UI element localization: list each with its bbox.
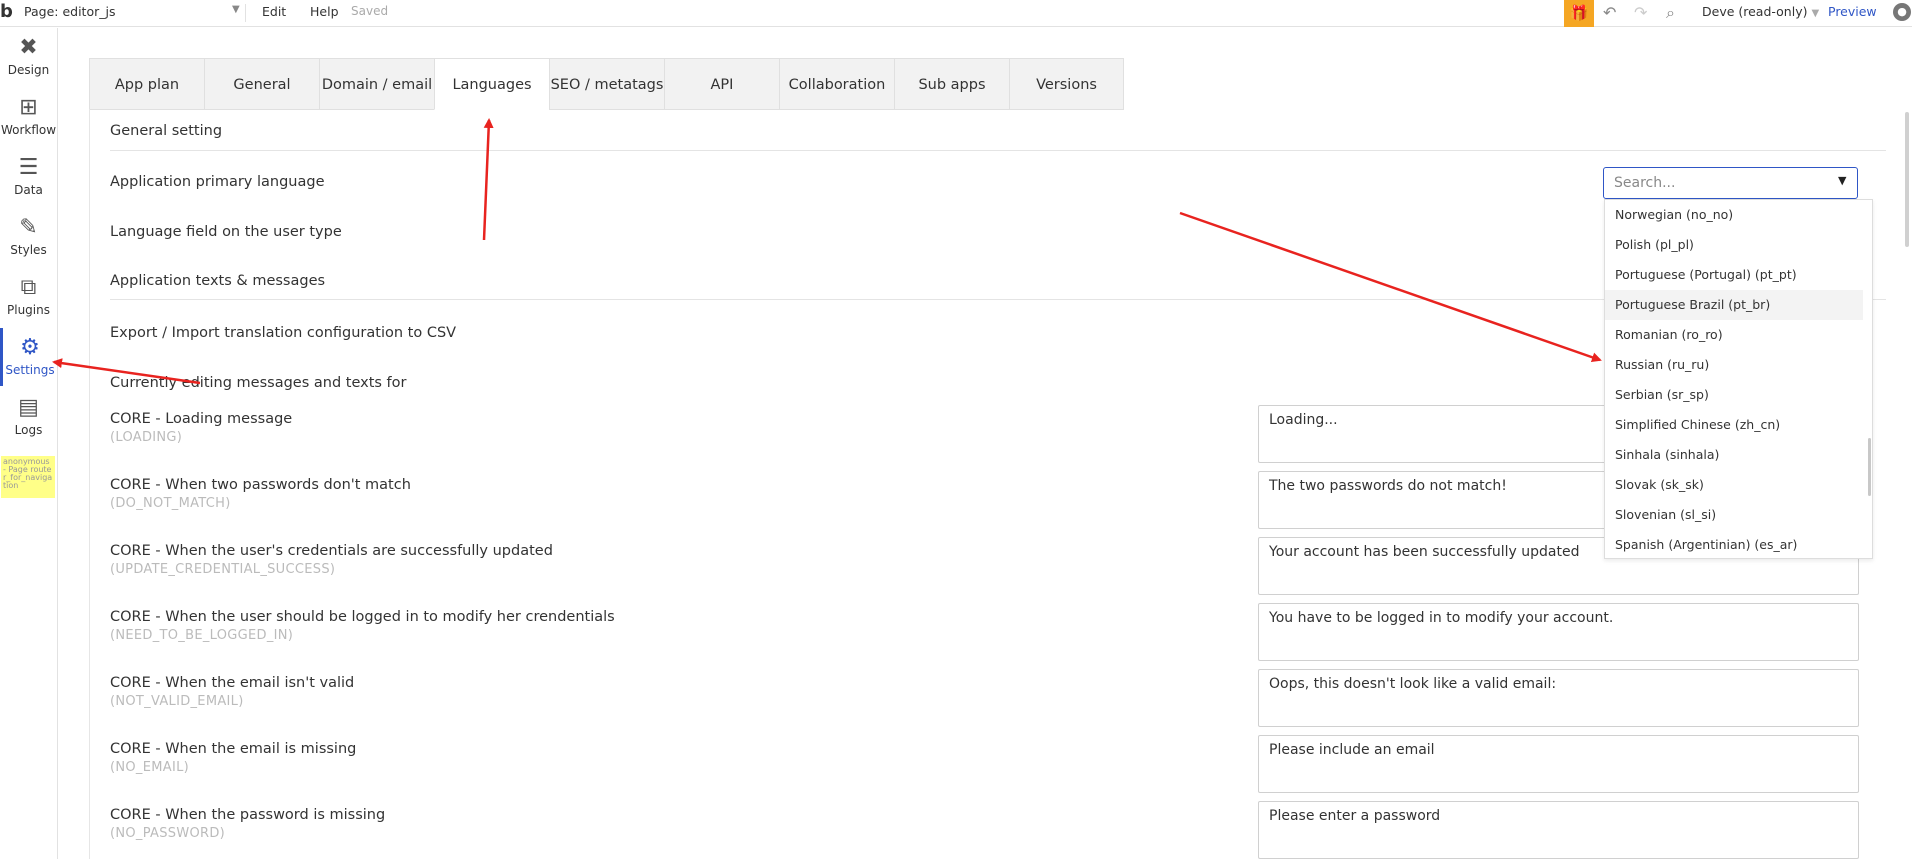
section-divider bbox=[110, 150, 1886, 151]
sidebar-item-workflow[interactable]: ⊞ Workflow bbox=[0, 88, 57, 146]
dropdown-scrollbar[interactable] bbox=[1868, 438, 1871, 496]
message-key: (UPDATE_CREDENTIAL_SUCCESS) bbox=[110, 562, 336, 577]
sidebar-item-label: Logs bbox=[14, 423, 43, 437]
page-selector[interactable]: Page: editor_js ▼ bbox=[24, 4, 246, 22]
message-text-not-valid-email[interactable]: Oops, this doesn't look like a valid ema… bbox=[1258, 669, 1859, 727]
language-field-label: Language field on the user type bbox=[110, 224, 342, 240]
language-option[interactable]: Portuguese (Portugal) (pt_pt) bbox=[1605, 260, 1863, 290]
sidebar-item-plugins[interactable]: ⧉ Plugins bbox=[0, 268, 57, 326]
section-title-general: General setting bbox=[110, 123, 223, 139]
chevron-down-icon: ▼ bbox=[1811, 8, 1820, 19]
message-label: CORE - Loading message bbox=[110, 411, 293, 427]
tab-seo-metatags[interactable]: SEO / metatags bbox=[549, 58, 664, 110]
page-note: anonymous - Page router_for_navigation bbox=[1, 456, 55, 498]
message-text-no-password[interactable]: Please enter a password bbox=[1258, 801, 1859, 859]
sidebar-item-label: Design bbox=[7, 63, 50, 77]
language-option[interactable]: Simplified Chinese (zh_cn) bbox=[1605, 410, 1863, 440]
message-key: (NO_EMAIL) bbox=[110, 760, 190, 775]
tab-api[interactable]: API bbox=[664, 58, 779, 110]
save-status: Saved bbox=[351, 4, 389, 18]
language-option[interactable]: Norwegian (no_no) bbox=[1605, 200, 1863, 230]
top-bar: b Page: editor_js ▼ Edit Help Saved 🎁 ↶ … bbox=[0, 0, 1912, 27]
language-option[interactable]: Portuguese Brazil (pt_br) bbox=[1605, 290, 1863, 320]
language-option[interactable]: Spanish (Argentinian) (es_ar) bbox=[1605, 530, 1863, 560]
tab-versions[interactable]: Versions bbox=[1009, 58, 1124, 110]
workflow-icon: ⊞ bbox=[19, 95, 38, 120]
language-search-input[interactable] bbox=[1612, 174, 1812, 192]
language-option[interactable]: Slovenian (sl_si) bbox=[1605, 500, 1863, 530]
message-key: (NEED_TO_BE_LOGGED_IN) bbox=[110, 628, 294, 643]
export-import-label: Export / Import translation configuratio… bbox=[110, 325, 457, 341]
user-menu[interactable]: Deve (read-only) ▼ bbox=[1702, 4, 1819, 19]
language-option[interactable]: Sinhala (sinhala) bbox=[1605, 440, 1863, 470]
sidebar-item-data[interactable]: ☰ Data bbox=[0, 148, 57, 206]
language-option[interactable]: Russian (ru_ru) bbox=[1605, 350, 1863, 380]
primary-language-label: Application primary language bbox=[110, 174, 325, 190]
message-text-need-login[interactable]: You have to be logged in to modify your … bbox=[1258, 603, 1859, 661]
help-menu[interactable]: Help bbox=[310, 4, 339, 19]
sidebar-item-logs[interactable]: ▤ Logs bbox=[0, 388, 57, 446]
language-options-list[interactable]: Norwegian (no_no) Polish (pl_pl) Portugu… bbox=[1604, 199, 1873, 559]
page-selector-label: Page: editor_js bbox=[24, 4, 116, 19]
gift-icon: 🎁 bbox=[1569, 4, 1589, 22]
message-key: (NOT_VALID_EMAIL) bbox=[110, 694, 244, 709]
sidebar-item-label: Settings bbox=[5, 363, 55, 377]
brush-icon: ✎ bbox=[19, 215, 38, 240]
document-icon: ▤ bbox=[18, 395, 39, 420]
message-label: CORE - When the password is missing bbox=[110, 807, 386, 823]
message-label: CORE - When the user should be logged in… bbox=[110, 609, 615, 625]
account-icon[interactable]: ● bbox=[1893, 3, 1911, 21]
message-label: CORE - When the email is missing bbox=[110, 741, 357, 757]
message-key: (NO_PASSWORD) bbox=[110, 826, 226, 841]
sidebar-item-styles[interactable]: ✎ Styles bbox=[0, 208, 57, 266]
search-icon[interactable]: ⌕ bbox=[1666, 3, 1675, 23]
left-sidebar: ✖ Design ⊞ Workflow ☰ Data ✎ Styles ⧉ Pl… bbox=[0, 28, 58, 859]
page-scrollbar[interactable] bbox=[1905, 112, 1909, 247]
tab-app-plan[interactable]: App plan bbox=[89, 58, 204, 110]
undo-icon[interactable]: ↶ bbox=[1603, 3, 1616, 22]
tab-general[interactable]: General bbox=[204, 58, 319, 110]
message-label: CORE - When the user's credentials are s… bbox=[110, 543, 553, 559]
sidebar-item-design[interactable]: ✖ Design bbox=[0, 28, 57, 86]
language-search-dropdown[interactable]: ▼ bbox=[1603, 167, 1858, 199]
sidebar-item-label: Styles bbox=[10, 243, 47, 257]
tab-sub-apps[interactable]: Sub apps bbox=[894, 58, 1009, 110]
gear-icon: ⚙ bbox=[20, 335, 40, 360]
preview-link[interactable]: Preview bbox=[1828, 4, 1877, 19]
sidebar-item-settings[interactable]: ⚙ Settings bbox=[0, 328, 57, 386]
sidebar-item-label: Workflow bbox=[0, 123, 57, 137]
message-label: CORE - When the email isn't valid bbox=[110, 675, 355, 691]
caret-down-icon[interactable]: ▼ bbox=[1838, 174, 1846, 187]
design-icon: ✖ bbox=[19, 35, 38, 60]
message-key: (DO_NOT_MATCH) bbox=[110, 496, 231, 511]
gift-button[interactable]: 🎁 bbox=[1564, 0, 1594, 27]
database-icon: ☰ bbox=[18, 155, 39, 180]
language-option[interactable]: Slovak (sk_sk) bbox=[1605, 470, 1863, 500]
message-key: (LOADING) bbox=[110, 430, 183, 445]
edit-menu[interactable]: Edit bbox=[262, 4, 286, 19]
section-title-texts: Application texts & messages bbox=[110, 273, 326, 289]
tab-collaboration[interactable]: Collaboration bbox=[779, 58, 894, 110]
tab-domain-email[interactable]: Domain / email bbox=[319, 58, 434, 110]
language-option[interactable]: Polish (pl_pl) bbox=[1605, 230, 1863, 260]
message-text-no-email[interactable]: Please include an email bbox=[1258, 735, 1859, 793]
language-option[interactable]: Romanian (ro_ro) bbox=[1605, 320, 1863, 350]
redo-icon[interactable]: ↷ bbox=[1634, 3, 1647, 22]
language-option[interactable]: Serbian (sr_sp) bbox=[1605, 380, 1863, 410]
editing-language-label: Currently editing messages and texts for bbox=[110, 375, 407, 391]
sidebar-item-label: Plugins bbox=[7, 303, 50, 317]
bubble-logo: b bbox=[0, 1, 13, 22]
user-name: Deve (read-only) bbox=[1702, 4, 1808, 19]
plugin-icon: ⧉ bbox=[20, 275, 37, 300]
chevron-down-icon: ▼ bbox=[232, 4, 240, 15]
tab-languages[interactable]: Languages bbox=[434, 58, 549, 110]
settings-tabs: App plan General Domain / email Language… bbox=[89, 58, 1125, 110]
message-label: CORE - When two passwords don't match bbox=[110, 477, 411, 493]
sidebar-item-label: Data bbox=[14, 183, 43, 197]
